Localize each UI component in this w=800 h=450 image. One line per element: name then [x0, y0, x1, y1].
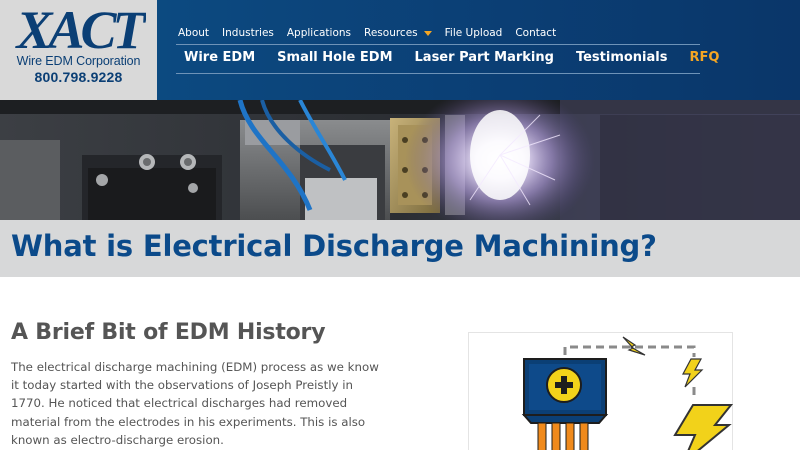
main-nav-rfq[interactable]: RFQ: [689, 50, 719, 68]
nav-divider-bottom: [176, 73, 700, 74]
lightning-bolt-icon: [682, 358, 704, 388]
main-nav: Wire EDM Small Hole EDM Laser Part Marki…: [184, 50, 741, 68]
nav-divider: [176, 44, 700, 45]
logo[interactable]: XACT Wire EDM Corporation 800.798.9228: [0, 0, 157, 100]
phone-number[interactable]: 800.798.9228: [0, 69, 157, 85]
top-nav-contact[interactable]: Contact: [515, 26, 556, 40]
main-nav-wire-edm[interactable]: Wire EDM: [184, 50, 255, 68]
main-nav-laser-part-marking[interactable]: Laser Part Marking: [415, 50, 554, 68]
history-paragraph: The electrical discharge machining (EDM)…: [11, 360, 379, 447]
caret-down-icon: [423, 30, 432, 36]
circuit-wire: [563, 345, 696, 357]
top-nav-about[interactable]: About: [178, 26, 209, 40]
hero-image: [0, 100, 800, 220]
site-header: XACT Wire EDM Corporation 800.798.9228 A…: [0, 0, 800, 100]
top-nav-file-upload[interactable]: File Upload: [445, 26, 503, 40]
edm-diagram: [468, 332, 734, 450]
main-nav-testimonials[interactable]: Testimonials: [576, 50, 668, 68]
xact-logo-wordmark: XACT: [14, 4, 146, 56]
logo-wordmark-text: XACT: [14, 4, 146, 56]
top-nav-industries[interactable]: Industries: [222, 26, 274, 40]
edm-machine-photo: [0, 100, 800, 220]
page-title: What is Electrical Discharge Machining?: [11, 229, 657, 263]
top-nav-resources[interactable]: Resources: [364, 26, 432, 40]
main-nav-small-hole-edm[interactable]: Small Hole EDM: [277, 50, 392, 68]
large-lightning-bolt-icon: [673, 404, 734, 450]
company-name: Wire EDM Corporation: [16, 54, 141, 68]
top-nav-applications[interactable]: Applications: [287, 26, 351, 40]
plus-electrode-icon: [521, 358, 609, 450]
top-nav: About Industries Applications Resources …: [178, 26, 569, 40]
section-heading: A Brief Bit of EDM History: [11, 320, 326, 345]
top-nav-resources-label: Resources: [364, 27, 418, 39]
edm-circuit-diagram: [521, 336, 734, 450]
